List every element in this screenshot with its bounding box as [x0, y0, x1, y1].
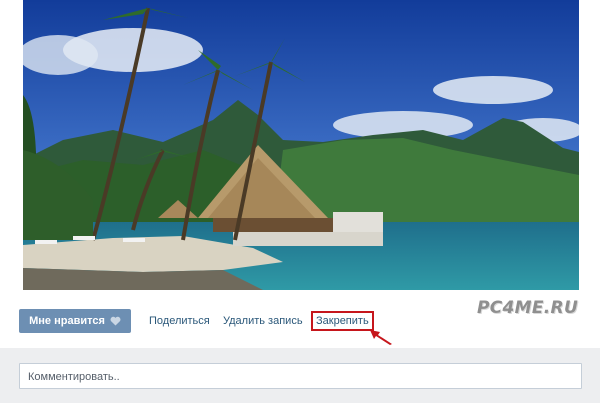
comment-input[interactable]: Комментировать.. — [19, 363, 582, 389]
comment-area: Комментировать.. — [0, 348, 600, 403]
delete-post-link[interactable]: Удалить запись — [223, 315, 303, 327]
share-link[interactable]: Поделиться — [149, 315, 210, 327]
beach-photo-illustration — [23, 0, 579, 290]
pin-post-link[interactable]: Закрепить — [311, 311, 374, 331]
red-arrow-icon — [370, 330, 392, 345]
post-photo[interactable] — [23, 0, 579, 290]
like-button[interactable]: Мне нравится — [19, 309, 131, 333]
site-watermark: PC4ME.RU — [477, 298, 579, 318]
like-button-label: Мне нравится — [29, 315, 105, 327]
heart-icon — [110, 316, 121, 326]
